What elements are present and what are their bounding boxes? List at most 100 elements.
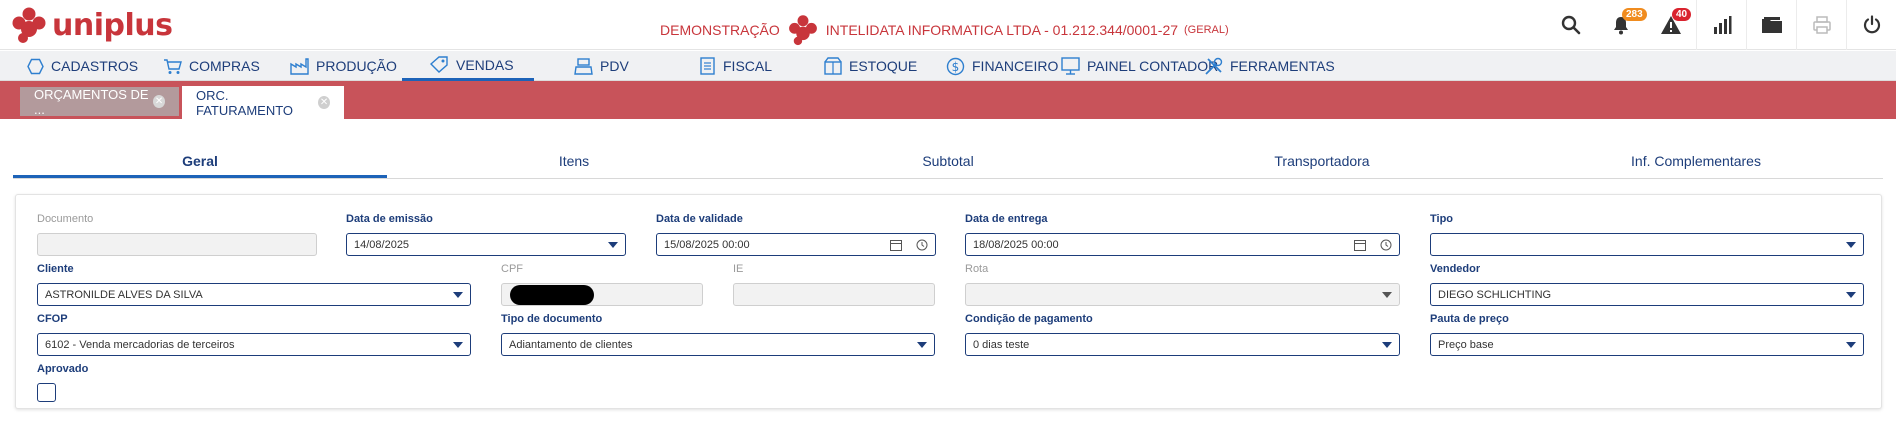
dollar-icon: $ — [946, 57, 965, 75]
close-icon[interactable]: ✕ — [318, 96, 330, 109]
vendedor-select[interactable]: DIEGO SCHLICHTING — [1430, 283, 1864, 306]
company-name: INTELIDATA INFORMATICA LTDA - 01.212.344… — [825, 22, 1179, 38]
tab-itens[interactable]: Itens — [387, 146, 761, 178]
field-value: ASTRONILDE ALVES DA SILVA — [45, 288, 203, 301]
files-button[interactable] — [1746, 0, 1796, 50]
pauta-preco-field: Pauta de preço Preço base — [1430, 312, 1864, 356]
form-panel: Documento Data de emissão 14/08/2025 Dat… — [15, 194, 1882, 409]
top-actions: 283 40 — [1546, 0, 1896, 50]
register-icon — [574, 57, 593, 75]
rota-select — [965, 283, 1400, 306]
field-label: IE — [733, 263, 744, 275]
calendar-icon[interactable] — [890, 239, 902, 251]
calendar-icon[interactable] — [1354, 239, 1366, 251]
field-label: Data de validade — [656, 213, 743, 225]
tab-orcamentos[interactable]: ORÇAMENTOS DE ... ✕ — [20, 87, 179, 117]
chevron-down-icon — [1382, 291, 1392, 298]
document-tab-strip: ORÇAMENTOS DE ... ✕ ORC. FATURAMENTO ✕ — [0, 81, 1896, 119]
field-label: Tipo — [1430, 213, 1454, 225]
tab-geral[interactable]: Geral — [13, 146, 387, 178]
menu-label: PAINEL CONTADOR — [1087, 58, 1219, 74]
vendedor-field: Vendedor DIEGO SCHLICHTING — [1430, 262, 1864, 306]
cliente-select[interactable]: ASTRONILDE ALVES DA SILVA — [37, 283, 471, 306]
cpf-field: CPF — [501, 262, 703, 306]
chevron-down-icon — [1846, 241, 1856, 248]
menu-pdv[interactable]: PDV — [574, 51, 629, 81]
field-label: Tipo de documento — [501, 313, 603, 325]
close-icon[interactable]: ✕ — [153, 95, 165, 108]
alerts-button[interactable]: 40 — [1646, 0, 1696, 50]
factory-icon — [290, 57, 309, 75]
company-group: (GERAL) — [1184, 24, 1229, 36]
pauta-preco-select[interactable]: Preço base — [1430, 333, 1864, 356]
tab-orc-faturamento[interactable]: ORC. FATURAMENTO ✕ — [182, 86, 344, 119]
tab-subtotal[interactable]: Subtotal — [761, 146, 1135, 178]
menu-compras[interactable]: COMPRAS — [163, 51, 260, 81]
data-emissao-select[interactable]: 14/08/2025 — [346, 233, 626, 256]
chevron-down-icon — [917, 341, 927, 348]
print-button[interactable] — [1796, 0, 1846, 50]
tipo-documento-field: Tipo de documento Adiantamento de client… — [501, 312, 935, 356]
field-label: Cliente — [37, 263, 74, 275]
menu-ferramentas[interactable]: FERRAMENTAS — [1204, 51, 1335, 81]
logout-button[interactable] — [1846, 0, 1896, 50]
cfop-select[interactable]: 6102 - Venda mercadorias de terceiros — [37, 333, 471, 356]
field-value: 18/08/2025 00:00 — [973, 238, 1059, 251]
field-value: 6102 - Venda mercadorias de terceiros — [45, 338, 235, 351]
field-value: Preço base — [1438, 338, 1494, 351]
search-button[interactable] — [1546, 0, 1596, 50]
cliente-field: Cliente ASTRONILDE ALVES DA SILVA — [37, 262, 471, 306]
tipo-select[interactable] — [1430, 233, 1864, 256]
chevron-down-icon — [1846, 341, 1856, 348]
menu-estoque[interactable]: ESTOQUE — [824, 51, 917, 81]
menu-painel-contador[interactable]: PAINEL CONTADOR — [1061, 51, 1218, 81]
chevron-down-icon — [453, 341, 463, 348]
mode-label: DEMONSTRAÇÃO — [660, 22, 780, 38]
company-info: DEMONSTRAÇÃO INTELIDATA INFORMATICA LTDA… — [660, 14, 1229, 46]
menu-label: ESTOQUE — [849, 58, 918, 74]
menu-producao[interactable]: PRODUÇÃO — [290, 51, 397, 81]
condicao-pagamento-select[interactable]: 0 dias teste — [965, 333, 1400, 356]
documento-input — [37, 233, 317, 256]
folder-icon — [1761, 17, 1782, 33]
power-icon — [1863, 15, 1880, 34]
field-value: DIEGO SCHLICHTING — [1438, 288, 1552, 301]
menu-financeiro[interactable]: $ FINANCEIRO — [946, 51, 1058, 81]
box-icon — [824, 57, 842, 75]
menu-label: CADASTROS — [51, 58, 139, 74]
aprovado-checkbox[interactable] — [37, 383, 56, 402]
menu-cadastros[interactable]: CADASTROS — [27, 51, 138, 81]
field-value: 14/08/2025 — [354, 238, 410, 251]
tab-inf-complementares[interactable]: Inf. Complementares — [1509, 146, 1883, 178]
chevron-down-icon — [1382, 341, 1392, 348]
tipo-documento-select[interactable]: Adiantamento de clientes — [501, 333, 935, 356]
section-tabs: Geral Itens Subtotal Transportadora Inf.… — [13, 146, 1883, 179]
clock-icon[interactable] — [1380, 239, 1392, 251]
menu-fiscal[interactable]: FISCAL — [699, 51, 772, 81]
document-icon — [700, 57, 715, 75]
menu-label: VENDAS — [456, 56, 514, 73]
cpf-input — [501, 283, 703, 306]
tab-label: ORC. FATURAMENTO — [196, 87, 294, 118]
notifications-badge: 283 — [1622, 8, 1647, 21]
clock-icon[interactable] — [916, 239, 928, 251]
field-value: Adiantamento de clientes — [509, 338, 633, 351]
ie-field: IE — [733, 262, 935, 306]
reports-button[interactable] — [1696, 0, 1746, 50]
notifications-button[interactable]: 283 — [1596, 0, 1647, 50]
data-validade-input[interactable]: 15/08/2025 00:00 — [656, 233, 936, 256]
data-entrega-input[interactable]: 18/08/2025 00:00 — [965, 233, 1400, 256]
menu-label: FERRAMENTAS — [1230, 58, 1335, 74]
data-entrega-field: Data de entrega 18/08/2025 00:00 — [965, 212, 1400, 256]
menu-vendas[interactable]: VENDAS — [402, 51, 534, 81]
svg-text:$: $ — [952, 60, 960, 74]
menu-label: PRODUÇÃO — [316, 58, 397, 74]
menu-label: PDV — [600, 58, 629, 74]
main-menu: CADASTROS COMPRAS PRODUÇÃO VENDAS PDV FI… — [0, 51, 1896, 81]
tab-transportadora[interactable]: Transportadora — [1135, 146, 1509, 178]
uniplus-logo[interactable]: uniplus — [12, 4, 173, 46]
uniplus-logo-icon — [12, 7, 46, 43]
cart-icon — [164, 58, 182, 74]
menu-label: FISCAL — [723, 58, 773, 74]
field-label: Aprovado — [37, 363, 89, 375]
